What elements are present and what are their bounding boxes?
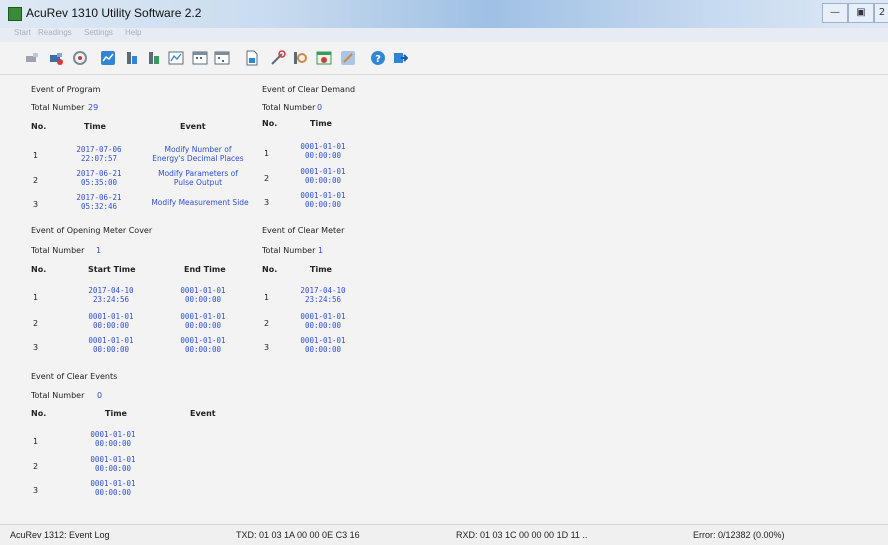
status-device: AcuRev 1312: Event Log: [10, 530, 110, 540]
clear-events-row-time: 0001-01-01 00:00:00: [90, 479, 136, 497]
clear-meter-col-no: No.: [262, 265, 278, 274]
clear-events-row-no: 1: [33, 437, 39, 446]
clear-meter-row-no: 3: [264, 343, 270, 352]
status-rxd: RXD: 01 03 1C 00 00 00 1D 11 ..: [456, 530, 588, 540]
counter-icon[interactable]: [292, 50, 308, 66]
clear-meter-row-time: 2017-04-10 23:24:56: [300, 286, 346, 304]
meter-alt-icon[interactable]: [146, 50, 162, 66]
refresh-icon[interactable]: [72, 50, 88, 66]
clear-events-total-label: Total Number: [31, 391, 85, 400]
program-events-title: Event of Program: [31, 85, 101, 94]
title-bar: AcuRev 1310 Utility Software 2.2 — ▣ 2: [0, 0, 888, 28]
minimize-button[interactable]: —: [822, 3, 848, 23]
cover-row-end: 0001-01-01 00:00:00: [180, 336, 226, 354]
readings-icon[interactable]: [100, 50, 116, 66]
app-icon: [8, 7, 22, 21]
clear-events-row-time: 0001-01-01 00:00:00: [90, 430, 136, 448]
clear-events-col-time: Time: [105, 409, 127, 418]
clear-events-col-no: No.: [31, 409, 47, 418]
status-txd: TXD: 01 03 1A 00 00 0E C3 16: [236, 530, 360, 540]
program-row-time: 2017-07-06 22:07:57: [76, 145, 122, 163]
clear-demand-row-time: 0001-01-01 00:00:00: [300, 167, 346, 185]
help-icon[interactable]: ?: [370, 50, 386, 66]
clear-meter-row-no: 2: [264, 319, 270, 328]
menu-start[interactable]: Start: [14, 28, 31, 37]
menu-help[interactable]: Help: [125, 28, 141, 37]
clear-demand-row-no: 3: [264, 198, 270, 207]
export-icon[interactable]: [340, 50, 356, 66]
window-control-partial[interactable]: 2: [874, 3, 888, 23]
clear-demand-row-time: 0001-01-01 00:00:00: [300, 142, 346, 160]
clear-events-row-no: 2: [33, 462, 39, 471]
cover-col-start: Start Time: [88, 265, 136, 274]
clear-demand-total-value: 0: [317, 103, 323, 112]
status-error: Error: 0/12382 (0.00%): [693, 530, 785, 540]
program-total-value: 29: [88, 103, 99, 112]
cover-col-end: End Time: [184, 265, 226, 274]
cover-row-no: 1: [33, 293, 39, 302]
clear-events-title: Event of Clear Events: [31, 372, 118, 381]
status-bar: AcuRev 1312: Event Log TXD: 01 03 1A 00 …: [0, 524, 888, 545]
cover-col-no: No.: [31, 265, 47, 274]
program-row-no: 3: [33, 200, 39, 209]
program-col-time: Time: [84, 122, 106, 131]
event-icon[interactable]: [316, 50, 332, 66]
menu-bar: Start Readings Settings Help: [0, 28, 888, 42]
cover-row-no: 3: [33, 343, 39, 352]
program-col-no: No.: [31, 122, 47, 131]
clear-demand-row-no: 1: [264, 149, 270, 158]
calendar-icon[interactable]: [192, 50, 208, 66]
clear-meter-total-value: 1: [318, 246, 324, 255]
program-row-time: 2017-06-21 05:35:00: [76, 169, 122, 187]
clear-meter-row-time: 0001-01-01 00:00:00: [300, 312, 346, 330]
program-row-no: 2: [33, 176, 39, 185]
program-col-event: Event: [180, 122, 206, 131]
clear-demand-row-no: 2: [264, 174, 270, 183]
calendar-alt-icon[interactable]: [214, 50, 230, 66]
clear-meter-col-time: Time: [310, 265, 332, 274]
clear-events-row-time: 0001-01-01 00:00:00: [90, 455, 136, 473]
svg-text:?: ?: [375, 54, 381, 65]
cover-total-label: Total Number: [31, 246, 85, 255]
clear-demand-title: Event of Clear Demand: [262, 85, 356, 94]
maximize-button[interactable]: ▣: [848, 3, 874, 23]
disconnect-icon[interactable]: [24, 50, 40, 66]
clear-demand-total-label: Total Number: [262, 103, 316, 112]
clear-events-total-value: 0: [97, 391, 103, 400]
clear-events-col-event: Event: [190, 409, 216, 418]
clear-meter-row-time: 0001-01-01 00:00:00: [300, 336, 346, 354]
connect-icon[interactable]: [48, 50, 64, 66]
clear-demand-col-no: No.: [262, 119, 278, 128]
clear-events-row-no: 3: [33, 486, 39, 495]
program-row-event: Modify Measurement Side: [151, 198, 249, 207]
clear-meter-title: Event of Clear Meter: [262, 226, 345, 235]
meter-icon[interactable]: [124, 50, 140, 66]
program-row-event: Modify Parameters of Pulse Output: [158, 169, 238, 187]
cover-row-end: 0001-01-01 00:00:00: [180, 312, 226, 330]
document-icon[interactable]: [244, 50, 260, 66]
clear-meter-total-label: Total Number: [262, 246, 316, 255]
program-row-event: Modify Number of Energy's Decimal Places: [152, 145, 244, 163]
exit-icon[interactable]: [392, 50, 408, 66]
clear-demand-col-time: Time: [310, 119, 332, 128]
program-total-label: Total Number: [31, 103, 85, 112]
cover-events-title: Event of Opening Meter Cover: [31, 226, 153, 235]
window-title: AcuRev 1310 Utility Software 2.2: [26, 6, 202, 20]
menu-settings[interactable]: Settings: [84, 28, 113, 37]
chart-icon[interactable]: [168, 50, 184, 66]
tools-icon[interactable]: [270, 50, 286, 66]
event-log-panel: Event of Program Total Number 29 No. Tim…: [0, 75, 888, 515]
cover-row-no: 2: [33, 319, 39, 328]
cover-row-start: 0001-01-01 00:00:00: [88, 336, 134, 354]
cover-total-value: 1: [96, 246, 102, 255]
program-row-no: 1: [33, 151, 39, 160]
program-row-time: 2017-06-21 05:32:46: [76, 193, 122, 211]
clear-demand-row-time: 0001-01-01 00:00:00: [300, 191, 346, 209]
cover-row-start: 2017-04-10 23:24:56: [88, 286, 134, 304]
menu-readings[interactable]: Readings: [38, 28, 72, 37]
cover-row-start: 0001-01-01 00:00:00: [88, 312, 134, 330]
toolbar: ?: [0, 42, 888, 75]
cover-row-end: 0001-01-01 00:00:00: [180, 286, 226, 304]
clear-meter-row-no: 1: [264, 293, 270, 302]
